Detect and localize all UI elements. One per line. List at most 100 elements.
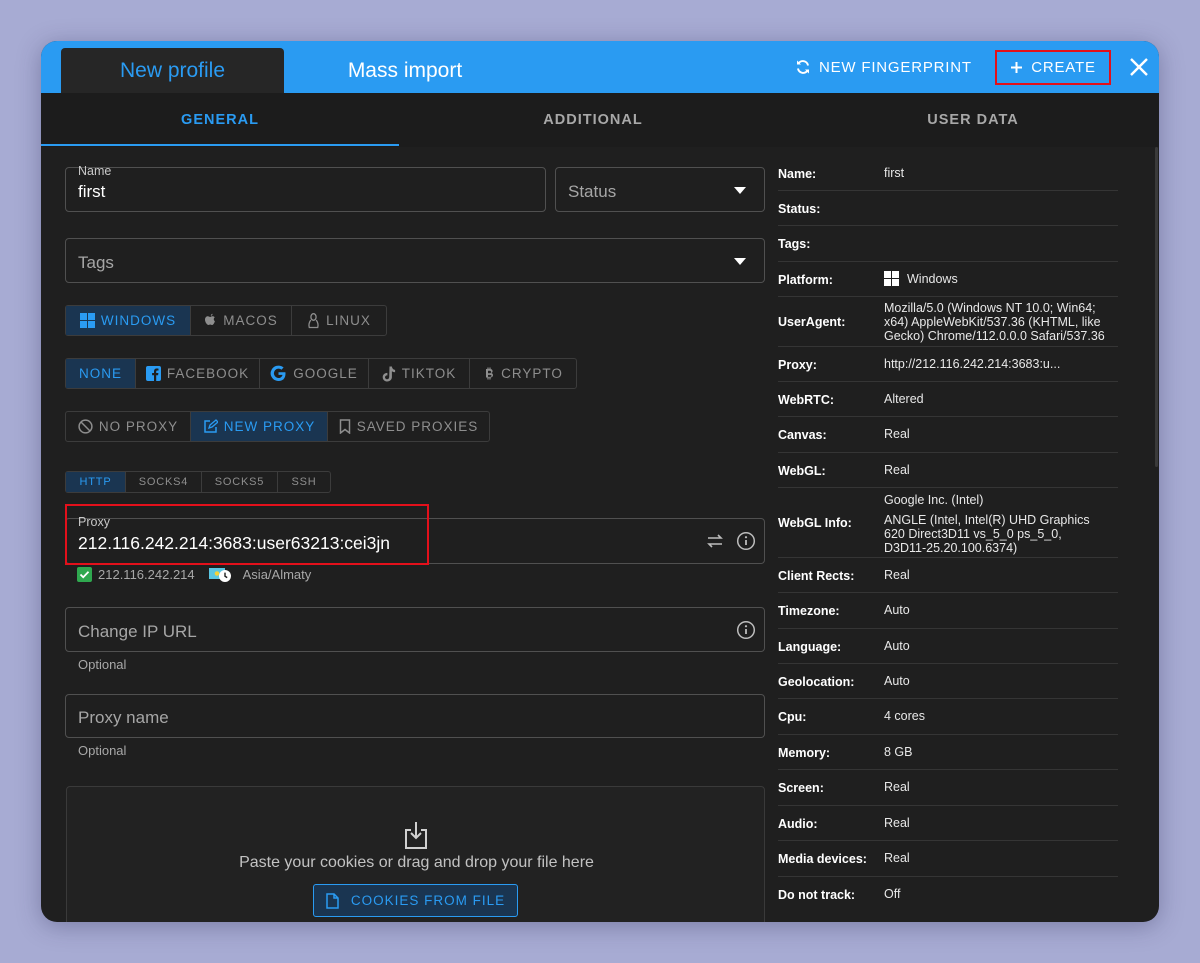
proxy-type-socks5[interactable]: SOCKS5 [202,472,278,492]
proxy-check-status: 212.116.242.214 Asia/Almaty [77,567,311,582]
check-icon [77,567,92,582]
proxy-mode-saved[interactable]: SAVED PROXIES [328,412,489,441]
facebook-icon [145,366,161,381]
os-option-linux[interactable]: LINUX [292,306,386,335]
info-icon[interactable] [736,531,756,551]
user-data-value: Real [884,780,910,794]
user-data-value: Auto [884,674,910,688]
proxy-type-http-label: HTTP [79,476,112,488]
platform-value: Windows [907,271,958,286]
apple-icon [205,313,216,325]
info-icon[interactable] [736,620,756,640]
template-option-google[interactable]: GOOGLE [260,359,369,388]
os-linux-label: LINUX [326,313,371,328]
user-data-key: Media devices: [778,852,867,866]
user-data-value: Real [884,851,910,865]
chevron-down-icon [734,187,746,194]
user-data-value-line2: ANGLE (Intel, Intel(R) UHD Graphics 620 … [884,513,1090,555]
user-data-row: Audio: Real [778,806,1118,841]
template-none-label: NONE [78,366,122,381]
user-data-row: WebRTC: Altered [778,382,1118,417]
proxy-type-socks5-label: SOCKS5 [214,476,265,488]
chevron-down-icon [734,258,746,265]
tab-general[interactable]: GENERAL [41,93,399,147]
user-data-key: Name: [778,167,817,181]
proxy-mode-none[interactable]: NO PROXY [66,412,191,441]
user-data-row: Do not track: Off [778,877,1118,912]
swap-icon[interactable] [706,532,724,550]
user-data-value-platform: Windows [884,271,958,286]
user-data-row: Cpu: 4 cores [778,699,1118,735]
user-data-key: WebRTC: [778,393,835,407]
tab-additional[interactable]: ADDITIONAL [399,93,787,147]
user-data-row: Proxy: http://212.116.242.214:3683:u... [778,347,1118,382]
os-selector: WINDOWS MACOS LINUX [65,305,387,336]
template-option-crypto[interactable]: CRYPTO [470,359,576,388]
template-option-tiktok[interactable]: TIKTOK [369,359,470,388]
proxy-mode-new-label: NEW PROXY [223,419,316,434]
refresh-icon [797,60,809,74]
active-tab-indicator [41,144,399,146]
scrollbar[interactable] [1155,147,1158,467]
user-data-key: Timezone: [778,604,840,618]
proxy-mode-selector: NO PROXY NEW PROXY SAVED PROXIES [65,411,490,442]
close-icon[interactable] [1127,55,1151,79]
proxy-type-socks4-label: SOCKS4 [138,476,189,488]
create-button[interactable]: CREATE [995,50,1111,85]
user-data-key: Client Rects: [778,569,855,583]
user-data-row: Name: first [778,156,1118,191]
user-data-key: Memory: [778,746,831,760]
tiktok-icon [382,366,395,381]
proxy-timezone: Asia/Almaty [242,567,312,582]
change-ip-placeholder: Change IP URL [78,622,197,641]
user-data-row: Media devices: Real [778,841,1118,877]
tab-user-data[interactable]: USER DATA [787,93,1159,147]
tab-mass-import[interactable]: Mass import [324,48,486,93]
user-data-value: Off [884,887,901,901]
user-data-row: Timezone: Auto [778,593,1118,629]
template-crypto-label: CRYPTO [501,366,563,381]
user-data-key: Screen: [778,781,824,795]
cookies-dropzone[interactable]: Paste your cookies or drag and drop your… [66,786,765,922]
windows-icon [884,271,899,286]
user-data-value: Real [884,463,910,477]
create-label: CREATE [1031,59,1096,76]
proxy-mode-new[interactable]: NEW PROXY [191,412,328,441]
user-data-value: http://212.116.242.214:3683:u... [884,357,1061,371]
status-select[interactable]: Status [555,167,765,212]
user-data-key: Platform: [778,273,833,287]
tab-new-profile[interactable]: New profile [61,48,284,93]
new-fingerprint-button[interactable]: NEW FINGERPRINT [795,53,972,81]
proxy-type-http[interactable]: HTTP [66,472,126,492]
cookies-from-file-label: COOKIES FROM FILE [350,893,506,908]
proxy-type-socks4[interactable]: SOCKS4 [126,472,202,492]
user-data-key: Language: [778,640,842,654]
proxy-type-ssh[interactable]: SSH [278,472,330,492]
user-data-row: UserAgent: Mozilla/5.0 (Windows NT 10.0;… [778,297,1118,347]
tags-select[interactable]: Tags [65,238,765,283]
user-data-row: WebGL: Real [778,453,1118,488]
os-option-macos[interactable]: MACOS [191,306,292,335]
plus-icon [1011,62,1023,73]
user-data-key: WebGL Info: [778,516,852,530]
cookies-from-file-button[interactable]: COOKIES FROM FILE [313,884,518,917]
change-ip-url-field[interactable]: Change IP URL [65,607,765,652]
proxy-mode-saved-label: SAVED PROXIES [356,419,479,434]
proxy-name-field[interactable]: Proxy name [65,694,765,738]
proxy-name-placeholder: Proxy name [78,708,169,727]
user-data-key: Cpu: [778,710,807,724]
dialog-header: New profile Mass import NEW FINGERPRINT … [41,41,1159,93]
user-data-value: Real [884,568,910,582]
template-option-facebook[interactable]: FACEBOOK [136,359,260,388]
user-data-value: Real [884,427,910,441]
user-data-key: Geolocation: [778,675,855,689]
template-tiktok-label: TIKTOK [401,366,457,381]
block-icon [78,419,93,434]
name-field[interactable]: Name first [65,164,546,212]
proxy-type-selector: HTTP SOCKS4 SOCKS5 SSH [65,471,331,493]
os-option-windows[interactable]: WINDOWS [66,306,191,335]
status-placeholder: Status [568,182,617,201]
user-data-row: Memory: 8 GB [778,735,1118,770]
name-value: first [78,182,106,201]
template-option-none[interactable]: NONE [66,359,136,388]
